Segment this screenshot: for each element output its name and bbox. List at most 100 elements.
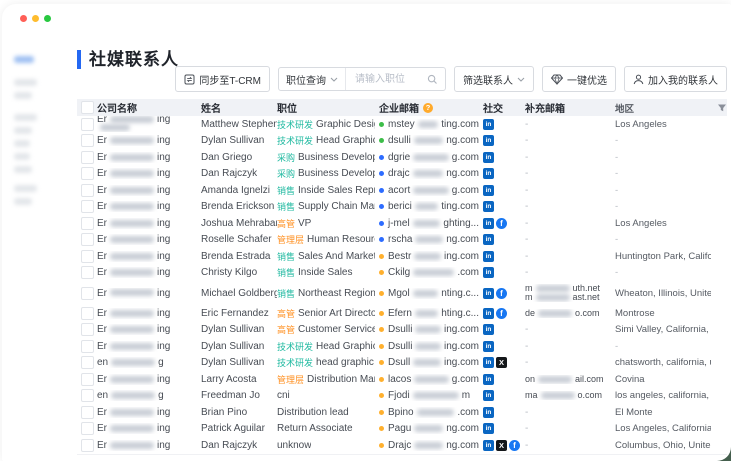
table-row[interactable]: engDylan Sullivan技术研发head graphic design… bbox=[77, 355, 727, 372]
linkedin-icon[interactable]: in bbox=[483, 152, 494, 163]
facebook-icon[interactable]: f bbox=[509, 440, 520, 451]
linkedin-icon[interactable]: in bbox=[483, 201, 494, 212]
job-search-input[interactable] bbox=[353, 73, 427, 86]
table-row[interactable]: EringBrenda Estrada销售Sales And Marketing… bbox=[77, 248, 727, 265]
row-checkbox-cell bbox=[77, 266, 97, 279]
row-checkbox[interactable] bbox=[81, 307, 94, 320]
one-click-optimize-button[interactable]: 一键优选 bbox=[542, 66, 616, 92]
table-row[interactable]: EringChristy Kilgo销售Inside SalesCkilg.co… bbox=[77, 265, 727, 282]
row-checkbox[interactable] bbox=[81, 200, 94, 213]
row-checkbox[interactable] bbox=[81, 217, 94, 230]
linkedin-icon[interactable]: in bbox=[483, 390, 494, 401]
facebook-icon[interactable]: f bbox=[496, 218, 507, 229]
email-status-dot bbox=[379, 377, 384, 382]
main-content: 社媒联系人 同步至T-CRM 职位查询 bbox=[77, 44, 727, 461]
table-row[interactable]: EringLarry Acosta管理层Distribution Manager… bbox=[77, 371, 727, 388]
sidebar-item-blurred[interactable] bbox=[14, 114, 37, 121]
linkedin-icon[interactable]: in bbox=[483, 251, 494, 262]
linkedin-icon[interactable]: in bbox=[483, 440, 494, 451]
add-to-my-contacts-button[interactable]: 加入我的联系人 bbox=[624, 66, 727, 92]
sidebar-item-blurred[interactable] bbox=[14, 153, 30, 160]
linkedin-icon[interactable]: in bbox=[483, 407, 494, 418]
row-checkbox[interactable] bbox=[81, 250, 94, 263]
table-row[interactable]: EringMichael Goldberg销售Northeast Regiona… bbox=[77, 281, 727, 305]
table-row[interactable]: EringDan Rajczyk采购Business Development .… bbox=[77, 166, 727, 183]
sync-to-tcrm-button[interactable]: 同步至T-CRM bbox=[175, 66, 270, 92]
sidebar-item-blurred[interactable] bbox=[14, 140, 30, 147]
linkedin-icon[interactable]: in bbox=[483, 423, 494, 434]
linkedin-icon[interactable]: in bbox=[483, 288, 494, 299]
table-row[interactable]: EringDan Griego采购Business Development ..… bbox=[77, 149, 727, 166]
row-checkbox[interactable] bbox=[81, 406, 94, 419]
select-all-checkbox[interactable] bbox=[81, 101, 94, 114]
row-checkbox[interactable] bbox=[81, 184, 94, 197]
company-name: Ering bbox=[97, 168, 197, 179]
sidebar-item-blurred[interactable] bbox=[14, 127, 32, 134]
linkedin-icon[interactable]: in bbox=[483, 324, 494, 335]
row-checkbox[interactable] bbox=[81, 439, 94, 452]
linkedin-icon[interactable]: in bbox=[483, 218, 494, 229]
sidebar-item-blurred[interactable] bbox=[14, 166, 32, 173]
search-icon[interactable] bbox=[427, 74, 438, 85]
row-checkbox[interactable] bbox=[81, 167, 94, 180]
row-checkbox[interactable] bbox=[81, 233, 94, 246]
table-row[interactable]: EringAmanda Ignelzi销售Inside Sales Repres… bbox=[77, 182, 727, 199]
filter-contacts-button[interactable]: 筛选联系人 bbox=[454, 66, 534, 92]
row-checkbox[interactable] bbox=[81, 323, 94, 336]
row-checkbox[interactable] bbox=[81, 266, 94, 279]
social-cell: in bbox=[483, 119, 525, 130]
table-row[interactable]: EringRoselle Schafer管理层Human Resources M… bbox=[77, 232, 727, 249]
email-cell: rschang.com bbox=[379, 234, 483, 245]
table-row[interactable]: EringBrenda Erickson Pe销售Supply Chain Ma… bbox=[77, 199, 727, 216]
row-checkbox[interactable] bbox=[81, 340, 94, 353]
help-icon[interactable]: ? bbox=[423, 103, 433, 113]
blurred-text bbox=[110, 310, 154, 317]
table-row[interactable]: engFreedman JocniFjodiminmao.comlos ange… bbox=[77, 388, 727, 405]
table-row[interactable]: EringDylan Sullivan技术研发Head Graphic Desi… bbox=[77, 338, 727, 355]
x-twitter-icon[interactable]: X bbox=[496, 357, 507, 368]
close-window-button[interactable] bbox=[20, 15, 27, 22]
row-checkbox[interactable] bbox=[81, 151, 94, 164]
row-checkbox[interactable] bbox=[81, 373, 94, 386]
row-checkbox[interactable] bbox=[81, 134, 94, 147]
sidebar-item-blurred[interactable] bbox=[14, 92, 32, 99]
table-row[interactable]: EringDylan Sullivan高管Customer Service Re… bbox=[77, 322, 727, 339]
x-twitter-icon[interactable]: X bbox=[496, 440, 507, 451]
job-query-select[interactable]: 职位查询 bbox=[279, 68, 346, 90]
linkedin-icon[interactable]: in bbox=[483, 168, 494, 179]
linkedin-icon[interactable]: in bbox=[483, 374, 494, 385]
minimize-window-button[interactable] bbox=[32, 15, 39, 22]
linkedin-icon[interactable]: in bbox=[483, 119, 494, 130]
row-checkbox[interactable] bbox=[81, 287, 94, 300]
table-row[interactable]: EringPatrick AguilarReturn AssociatePagu… bbox=[77, 421, 727, 438]
linkedin-icon[interactable]: in bbox=[483, 308, 494, 319]
company-cell: Ering bbox=[97, 341, 201, 352]
linkedin-icon[interactable]: in bbox=[483, 185, 494, 196]
sidebar-item-blurred[interactable] bbox=[14, 185, 37, 192]
facebook-icon[interactable]: f bbox=[496, 288, 507, 299]
sidebar-item-blurred[interactable] bbox=[14, 79, 37, 86]
linkedin-icon[interactable]: in bbox=[483, 135, 494, 146]
sidebar-item-blurred[interactable] bbox=[14, 198, 32, 205]
table-row[interactable]: EringMatthew Stephen技术研发Graphic Designer… bbox=[77, 116, 727, 133]
filter-funnel-icon[interactable] bbox=[717, 103, 727, 113]
linkedin-icon[interactable]: in bbox=[483, 234, 494, 245]
blurred-text bbox=[111, 392, 155, 399]
table-row[interactable]: EringDan RajczykunknowDrajcng.cominXf-Co… bbox=[77, 437, 727, 454]
linkedin-icon[interactable]: in bbox=[483, 357, 494, 368]
table-row[interactable]: EringEric Fernandez高管Senior Art Director… bbox=[77, 305, 727, 322]
row-checkbox[interactable] bbox=[81, 118, 94, 131]
row-checkbox[interactable] bbox=[81, 422, 94, 435]
table-row[interactable]: EringDylan Sullivan技术研发Head Graphic Desi… bbox=[77, 133, 727, 150]
row-checkbox[interactable] bbox=[81, 356, 94, 369]
job-search-field bbox=[346, 68, 445, 90]
facebook-icon[interactable]: f bbox=[496, 308, 507, 319]
email-cell: msteyting.com bbox=[379, 119, 483, 130]
linkedin-icon[interactable]: in bbox=[483, 341, 494, 352]
row-checkbox[interactable] bbox=[81, 389, 94, 402]
linkedin-icon[interactable]: in bbox=[483, 267, 494, 278]
table-row[interactable]: EringBrian PinoDistribution leadBpino.co… bbox=[77, 404, 727, 421]
maximize-window-button[interactable] bbox=[44, 15, 51, 22]
blurred-text bbox=[413, 392, 459, 399]
table-row[interactable]: EringJoshua Mehraban高管VPj-melghting...in… bbox=[77, 215, 727, 232]
